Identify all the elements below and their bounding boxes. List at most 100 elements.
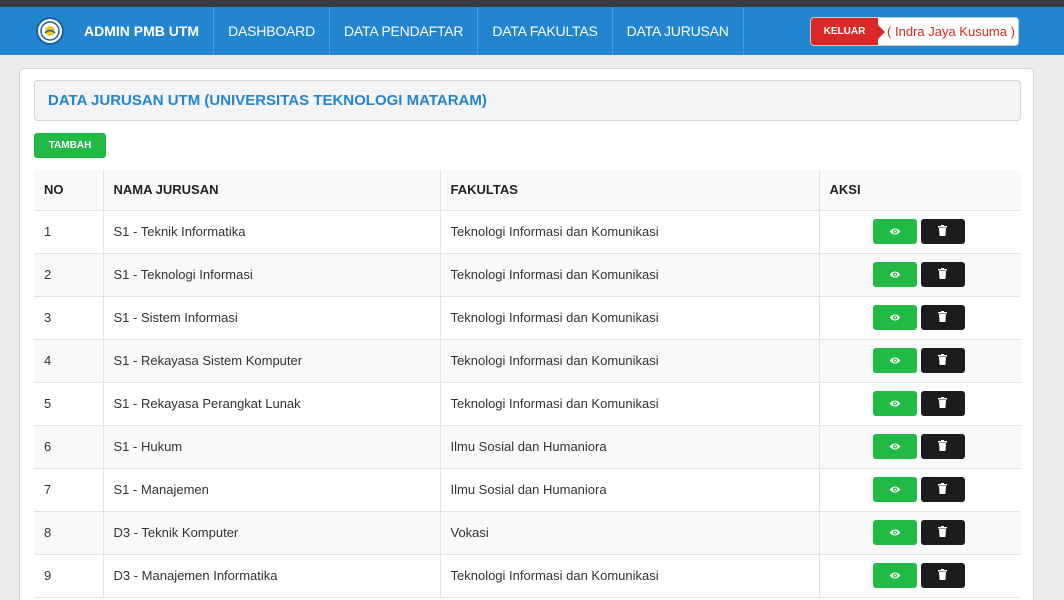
jurusan-table: NO NAMA JURUSAN FAKULTAS AKSI 1 S1 - Tekn… <box>34 170 1021 598</box>
eye-icon <box>889 568 901 583</box>
trash-icon <box>938 353 947 368</box>
delete-button[interactable] <box>920 391 965 416</box>
nav-data-pendaftar[interactable]: DATA PENDAFTAR <box>330 7 479 55</box>
trash-icon <box>938 267 947 282</box>
trash-icon <box>938 396 947 411</box>
trash-icon <box>938 310 947 325</box>
row-actions <box>830 520 1022 545</box>
cell-no: 5 <box>34 382 103 426</box>
delete-button[interactable] <box>920 305 965 330</box>
cell-no: 8 <box>34 511 103 555</box>
cell-no: 3 <box>34 296 103 340</box>
cell-fakultas: Teknologi Informasi dan Komunikasi <box>439 554 819 598</box>
trash-icon <box>938 482 947 497</box>
cell-nama-jurusan: S1 - Rekayasa Sistem Komputer <box>102 339 440 383</box>
page-title: DATA JURUSAN UTM (UNIVERSITAS TEKNOLOGI … <box>34 80 1021 121</box>
view-button[interactable] <box>872 520 917 545</box>
cell-nama-jurusan: S1 - Sistem Informasi <box>102 296 440 340</box>
cell-fakultas: Teknologi Informasi dan Komunikasi <box>439 382 819 426</box>
view-button[interactable] <box>872 305 917 330</box>
cell-no: 7 <box>34 468 103 512</box>
view-button[interactable] <box>872 219 917 244</box>
eye-icon <box>889 224 901 239</box>
delete-button[interactable] <box>920 477 965 502</box>
trash-icon <box>938 525 947 540</box>
trash-icon <box>938 568 947 583</box>
eye-icon <box>889 310 901 325</box>
cell-aksi <box>818 382 1021 426</box>
row-actions <box>830 262 1022 287</box>
cell-no: 2 <box>34 253 103 297</box>
cell-aksi <box>818 296 1021 340</box>
content-card: DATA JURUSAN UTM (UNIVERSITAS TEKNOLOGI … <box>19 68 1034 600</box>
nav-data-jurusan[interactable]: DATA JURUSAN <box>613 7 744 55</box>
cell-aksi <box>818 511 1022 555</box>
table-header-row: NO NAMA JURUSAN FAKULTAS AKSI <box>34 170 1021 211</box>
cell-no: 9 <box>34 554 103 598</box>
eye-icon <box>889 525 901 540</box>
column-header-nama-jurusan: NAMA JURUSAN <box>102 170 440 211</box>
cell-aksi <box>818 210 1022 254</box>
cell-nama-jurusan: D3 - Teknik Komputer <box>102 511 440 555</box>
row-actions <box>830 434 1022 459</box>
row-actions <box>830 219 1022 244</box>
column-header-aksi: AKSI <box>818 170 1021 211</box>
cell-aksi <box>818 339 1022 383</box>
table-row: 2 S1 - Teknologi Informasi Teknologi Infor… <box>34 253 1022 297</box>
navbar: ADMIN PMB UTM DASHBOARD DATA PENDAFTAR D… <box>0 7 1064 55</box>
add-button[interactable]: TAMBAH <box>34 133 106 158</box>
top-strip <box>0 0 1064 7</box>
cell-fakultas: Ilmu Sosial dan Humaniora <box>439 468 819 512</box>
view-button[interactable] <box>872 477 917 502</box>
cell-fakultas: Ilmu Sosial dan Humaniora <box>439 425 819 469</box>
cell-nama-jurusan: S1 - Manajemen <box>102 468 440 512</box>
cell-aksi <box>818 468 1022 512</box>
logout-button[interactable]: KELUAR <box>811 18 885 45</box>
delete-button[interactable] <box>920 219 965 244</box>
table-row: 1 S1 - Teknik Informatika Teknologi Inform… <box>34 210 1022 254</box>
cell-no: 1 <box>34 210 103 254</box>
logout-group: KELUAR ( Indra Jaya Kusuma ) <box>810 17 1019 46</box>
brand-title: ADMIN PMB UTM <box>84 23 200 39</box>
eye-icon <box>889 439 901 454</box>
trash-icon <box>938 224 947 239</box>
row-actions <box>830 477 1022 502</box>
cell-nama-jurusan: D3 - Manajemen Informatika <box>102 554 440 598</box>
cell-aksi <box>818 425 1022 469</box>
table-row: 5 S1 - Rekayasa Perangkat Lunak Teknologi … <box>34 382 1021 426</box>
cell-no: 4 <box>34 339 103 383</box>
nav-dashboard[interactable]: DASHBOARD <box>214 7 330 55</box>
brand[interactable]: ADMIN PMB UTM <box>0 7 215 55</box>
delete-button[interactable] <box>920 520 965 545</box>
table-row: 6 S1 - Hukum Ilmu Sosial dan Humaniora <box>34 425 1022 469</box>
cell-nama-jurusan: S1 - Rekayasa Perangkat Lunak <box>102 382 440 426</box>
table-body: 1 S1 - Teknik Informatika Teknologi Inform… <box>34 210 1022 598</box>
trash-icon <box>938 439 947 454</box>
cell-fakultas: Teknologi Informasi dan Komunikasi <box>439 296 819 340</box>
cell-nama-jurusan: S1 - Teknik Informatika <box>102 210 440 254</box>
delete-button[interactable] <box>920 563 965 588</box>
column-header-fakultas: FAKULTAS <box>439 170 819 211</box>
table-row: 4 S1 - Rekayasa Sistem Komputer Teknologi … <box>34 339 1022 383</box>
cell-nama-jurusan: S1 - Teknologi Informasi <box>102 253 440 297</box>
university-logo-icon <box>36 17 64 45</box>
view-button[interactable] <box>872 262 917 287</box>
eye-icon <box>889 396 901 411</box>
nav-data-fakultas[interactable]: DATA FAKULTAS <box>478 7 613 55</box>
row-actions <box>830 348 1022 373</box>
delete-button[interactable] <box>920 348 965 373</box>
cell-nama-jurusan: S1 - Hukum <box>102 425 440 469</box>
view-button[interactable] <box>872 563 917 588</box>
eye-icon <box>889 267 901 282</box>
cell-fakultas: Teknologi Informasi dan Komunikasi <box>439 253 819 297</box>
view-button[interactable] <box>872 391 917 416</box>
row-actions <box>830 563 1022 588</box>
delete-button[interactable] <box>920 262 965 287</box>
table-row: 7 S1 - Manajemen Ilmu Sosial dan Humaniora <box>34 468 1022 512</box>
view-button[interactable] <box>872 348 917 373</box>
cell-fakultas: Teknologi Informasi dan Komunikasi <box>439 339 819 383</box>
view-button[interactable] <box>872 434 917 459</box>
eye-icon <box>889 482 901 497</box>
delete-button[interactable] <box>920 434 965 459</box>
column-header-no: NO <box>34 170 103 211</box>
